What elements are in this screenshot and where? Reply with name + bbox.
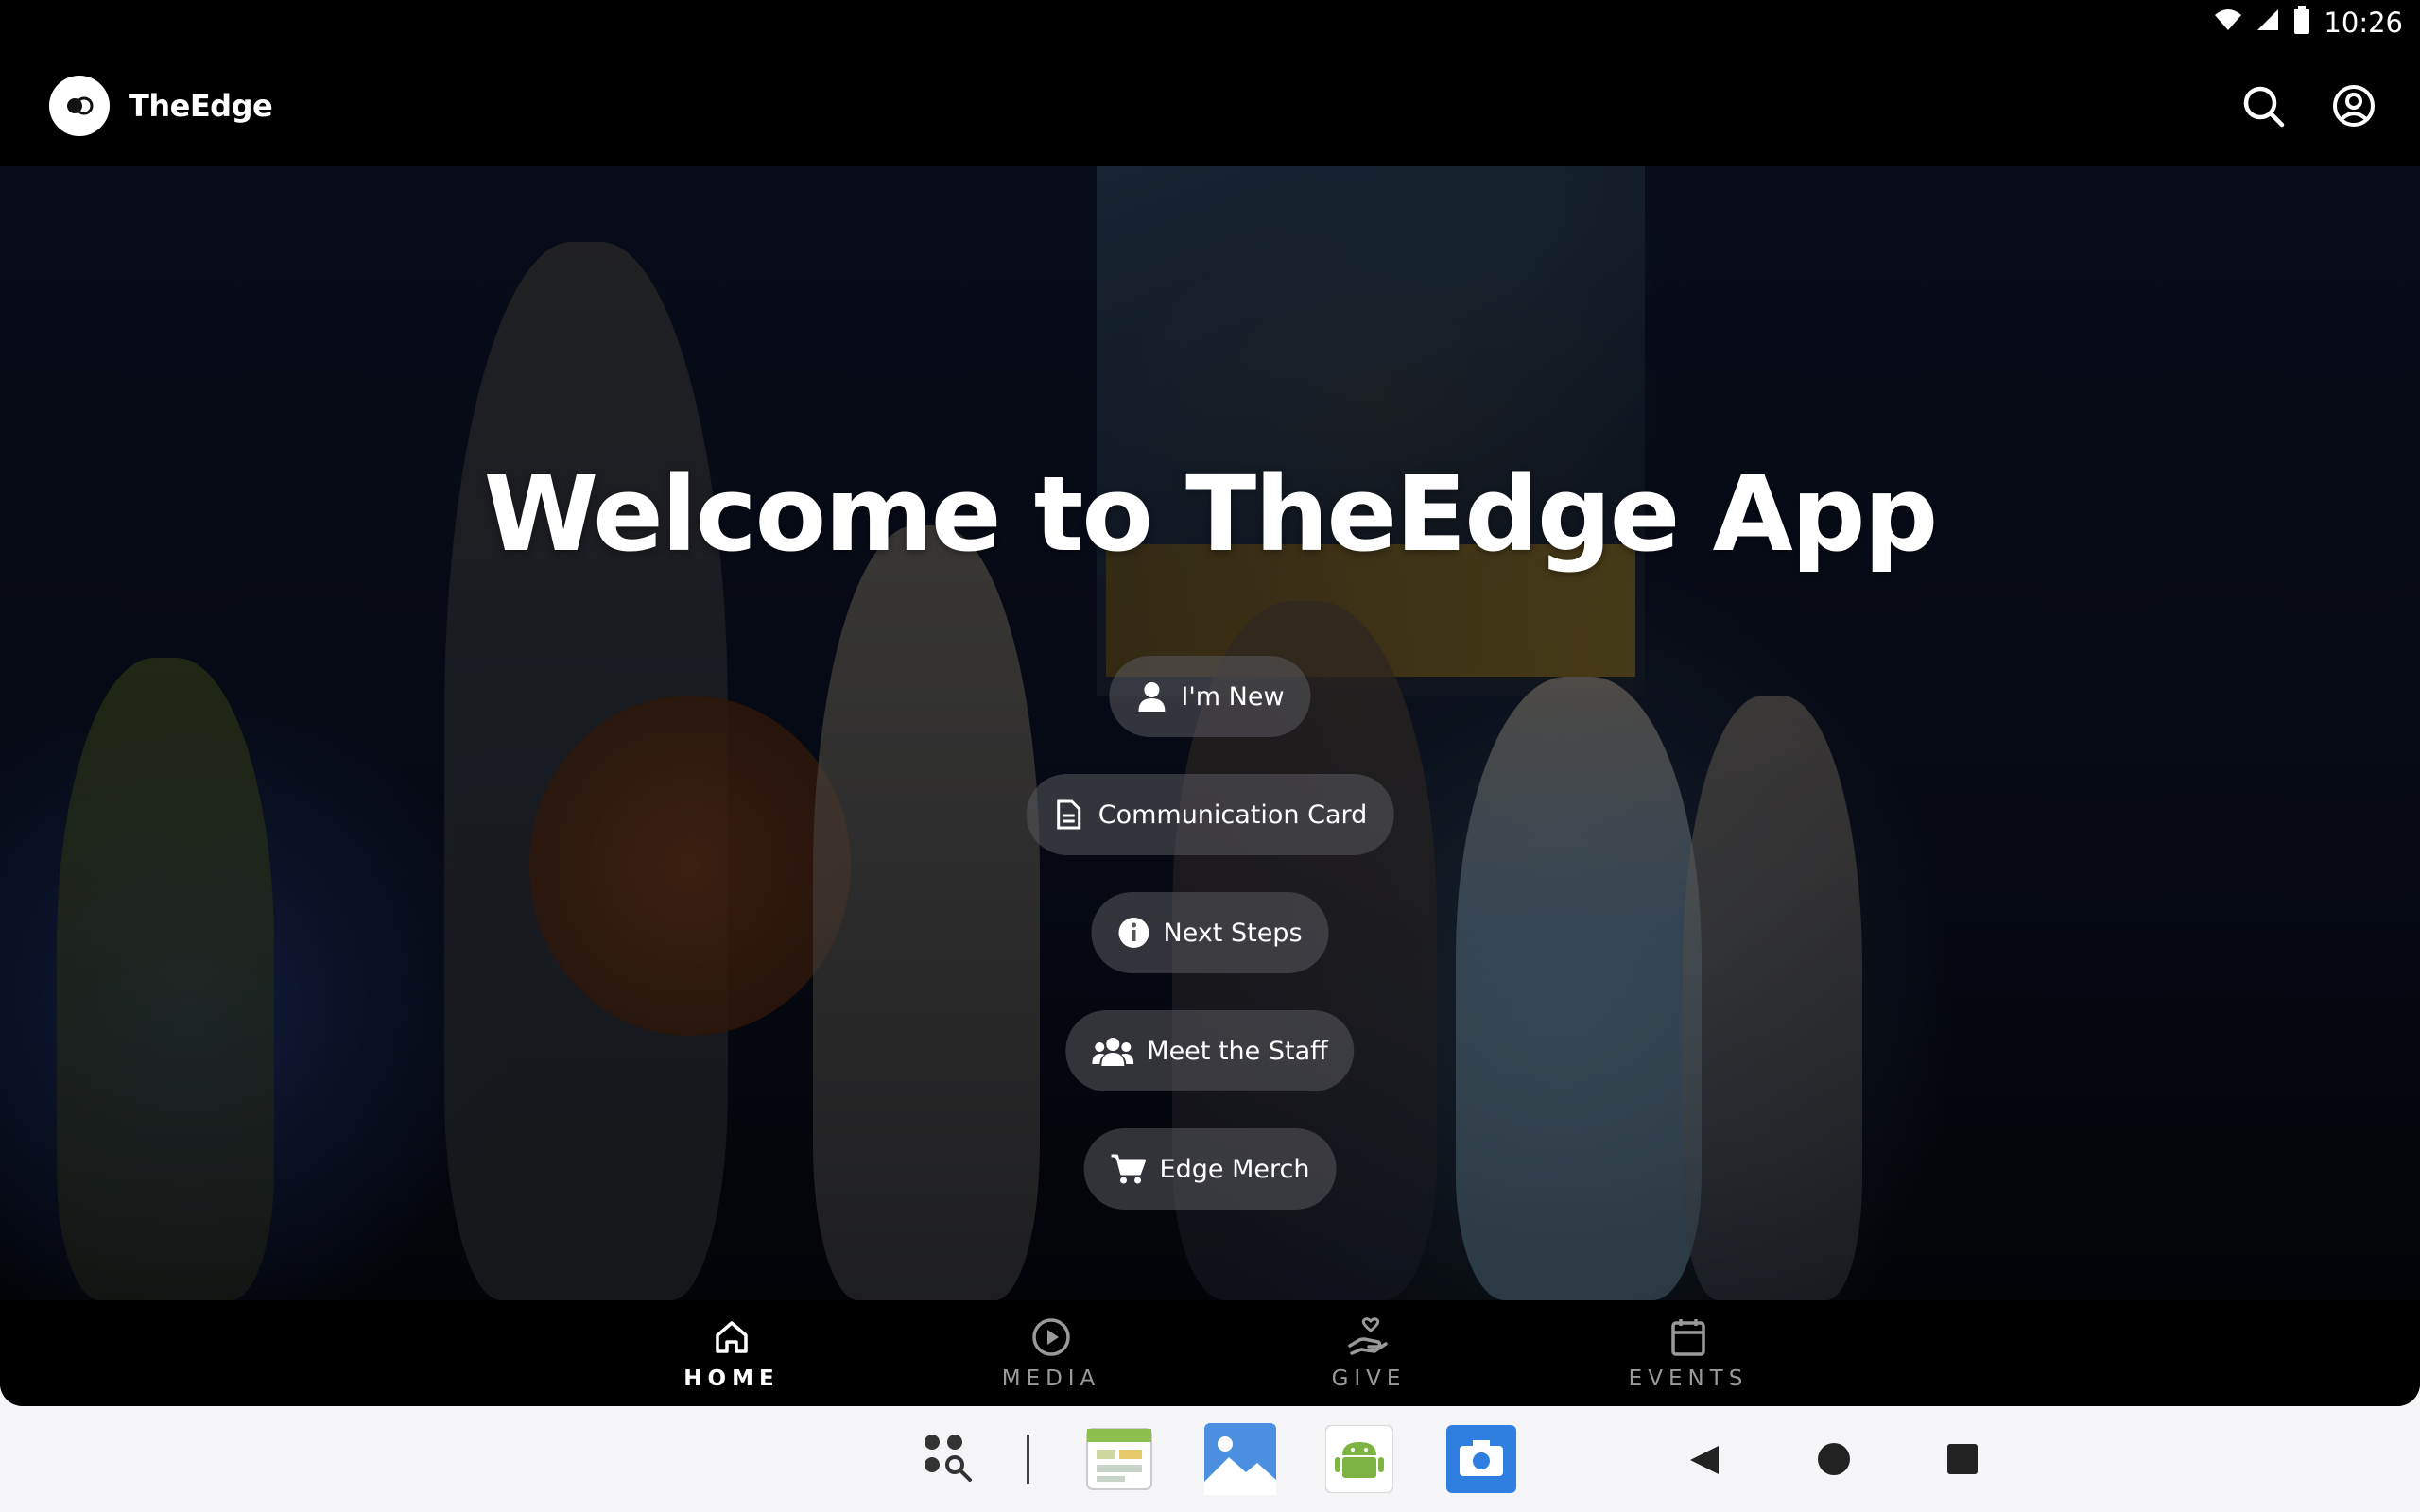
edge-merch-button[interactable]: Edge Merch bbox=[1083, 1128, 1337, 1210]
app-window: 10:26 TheEdge Welcome to TheEdge App I'm… bbox=[0, 0, 2420, 1406]
search-icon bbox=[2243, 86, 2285, 128]
camera-app-icon[interactable] bbox=[1446, 1425, 1516, 1498]
battery-icon bbox=[2293, 6, 2310, 39]
play-circle-icon bbox=[957, 1314, 1146, 1361]
calendar-icon bbox=[1594, 1314, 1783, 1361]
status-bar: 10:26 bbox=[0, 0, 2420, 49]
im-new-button[interactable]: I'm New bbox=[1109, 656, 1311, 737]
signal-icon bbox=[2256, 8, 2280, 37]
recents-icon[interactable] bbox=[1947, 1444, 1978, 1479]
system-taskbar bbox=[0, 1406, 2420, 1512]
app-drawer-icon[interactable] bbox=[923, 1433, 976, 1490]
home-icon bbox=[637, 1314, 826, 1361]
nav-events-label: EVENTS bbox=[1628, 1366, 1749, 1391]
home-circle-icon[interactable] bbox=[1817, 1442, 1851, 1481]
brand-name: TheEdge bbox=[129, 88, 273, 124]
android-app-icon[interactable] bbox=[1324, 1424, 1394, 1498]
account-button[interactable] bbox=[2325, 77, 2382, 134]
meet-the-staff-label: Meet the Staff bbox=[1147, 1036, 1328, 1066]
nav-give-label: GIVE bbox=[1331, 1366, 1407, 1391]
document-icon bbox=[1053, 799, 1085, 831]
nav-media[interactable]: MEDIA bbox=[957, 1314, 1146, 1391]
logo-icon bbox=[49, 76, 110, 136]
nav-home[interactable]: HOME bbox=[637, 1314, 826, 1391]
communication-card-label: Communication Card bbox=[1098, 799, 1368, 830]
welcome-title: Welcome to TheEdge App bbox=[483, 454, 1939, 575]
taskbar-divider bbox=[1027, 1435, 1029, 1484]
next-steps-button[interactable]: Next Steps bbox=[1091, 892, 1329, 973]
wifi-icon bbox=[2214, 8, 2242, 37]
give-hand-icon bbox=[1274, 1314, 1463, 1361]
im-new-label: I'm New bbox=[1181, 681, 1285, 712]
clock: 10:26 bbox=[2324, 6, 2403, 39]
calendar-app-icon[interactable] bbox=[1085, 1425, 1153, 1498]
edge-merch-label: Edge Merch bbox=[1159, 1154, 1310, 1184]
cart-icon bbox=[1111, 1153, 1147, 1185]
meet-the-staff-button[interactable]: Meet the Staff bbox=[1065, 1010, 1355, 1091]
back-icon[interactable] bbox=[1688, 1444, 1720, 1481]
gallery-app-icon[interactable] bbox=[1204, 1423, 1276, 1500]
next-steps-label: Next Steps bbox=[1163, 918, 1303, 948]
brand-link[interactable]: TheEdge bbox=[49, 76, 273, 136]
communication-card-button[interactable]: Communication Card bbox=[1026, 774, 1394, 855]
group-icon bbox=[1092, 1035, 1134, 1067]
bottom-navigation: HOME MEDIA GIVE EVENTS bbox=[0, 1300, 2420, 1406]
nav-events[interactable]: EVENTS bbox=[1594, 1314, 1783, 1391]
nav-home-label: HOME bbox=[683, 1366, 780, 1391]
nav-give[interactable]: GIVE bbox=[1274, 1314, 1463, 1391]
app-bar: TheEdge bbox=[0, 49, 2420, 166]
account-icon bbox=[2333, 85, 2375, 127]
info-icon bbox=[1117, 917, 1150, 949]
person-icon bbox=[1135, 680, 1167, 713]
nav-media-label: MEDIA bbox=[1001, 1366, 1101, 1391]
search-button[interactable] bbox=[2235, 77, 2291, 134]
